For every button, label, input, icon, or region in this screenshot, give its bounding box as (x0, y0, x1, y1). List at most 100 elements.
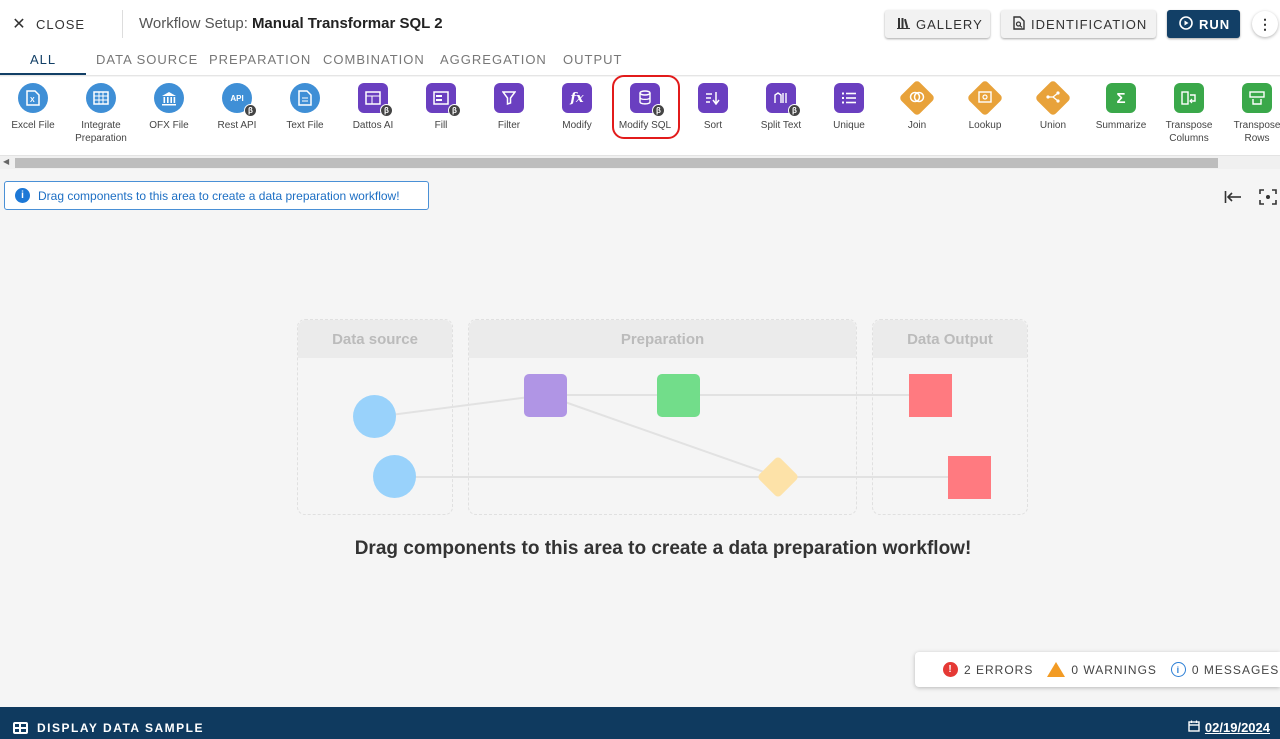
tool-label: Sort (703, 120, 723, 131)
tool-label: Split Text (760, 120, 802, 131)
tool-fill[interactable]: β Fill (407, 83, 475, 132)
close-button[interactable]: ✕ CLOSE (12, 12, 85, 36)
tool-label: Rest API (217, 120, 257, 131)
text-file-icon (290, 83, 320, 113)
messages-indicator[interactable]: i 0 MESSAGES (1170, 662, 1279, 677)
tab-aggregation[interactable]: AGGREGATION (440, 52, 547, 67)
page-title: Workflow Setup: Manual Transformar SQL 2 (139, 15, 443, 32)
warnings-label: 0 WARNINGS (1071, 662, 1157, 677)
fit-screen-icon[interactable] (1259, 189, 1277, 210)
tool-integrate-preparation[interactable]: Integrate Preparation (67, 83, 135, 145)
tool-excel-file[interactable]: X Excel File (0, 83, 67, 132)
close-label: CLOSE (36, 16, 86, 32)
excel-icon: X (18, 83, 48, 113)
diagram-output-node (948, 456, 991, 499)
fill-icon: β (426, 83, 461, 117)
warning-icon (1047, 662, 1066, 677)
tool-lookup[interactable]: Lookup (951, 79, 1019, 132)
tab-output[interactable]: OUTPUT (563, 52, 622, 67)
tool-unique[interactable]: Unique (815, 83, 883, 132)
table-icon (13, 722, 28, 734)
reference-date[interactable]: 02/19/2024 (1188, 720, 1270, 735)
tool-union[interactable]: Union (1019, 79, 1087, 132)
scroll-left-icon[interactable]: ◀ (3, 157, 9, 166)
tool-sort[interactable]: Sort (679, 83, 747, 132)
scrollbar-thumb[interactable] (15, 158, 1218, 168)
errors-indicator[interactable]: ! 2 ERRORS (943, 662, 1033, 677)
toolbar-scrollbar[interactable]: ◀ (0, 155, 1280, 169)
header: ✕ CLOSE Workflow Setup: Manual Transforma… (0, 0, 1280, 48)
tool-dattos-ai[interactable]: β Dattos AI (339, 83, 407, 132)
svg-text:X: X (30, 97, 35, 104)
validation-status-bar: ! 2 ERRORS 0 WARNINGS i 0 MESSAGES (915, 652, 1280, 687)
tab-preparation[interactable]: PREPARATION (209, 52, 311, 67)
title-prefix: Workflow Setup: (139, 15, 248, 32)
table-grid-icon (86, 83, 116, 113)
tool-summarize[interactable]: Σ Summarize (1087, 83, 1155, 132)
diagram-prep-node (657, 374, 700, 417)
lookup-icon (966, 79, 1004, 117)
collapse-left-icon[interactable] (1224, 189, 1242, 210)
workflow-name: Manual Transformar SQL 2 (251, 15, 443, 32)
beta-badge-icon: β (788, 104, 801, 117)
tab-data-source[interactable]: DATA SOURCE (96, 52, 198, 67)
diagram-source-node (373, 455, 416, 498)
tool-label: Summarize (1095, 120, 1147, 131)
tool-label: OFX File (149, 120, 189, 131)
footer-bar: DISPLAY DATA SAMPLE 02/19/2024 (0, 707, 1280, 739)
sort-icon (698, 83, 728, 113)
tool-rest-api[interactable]: API β Rest API (203, 83, 271, 132)
tool-label: Transpose Columns (1165, 120, 1213, 144)
tool-ofx-file[interactable]: OFX File (135, 83, 203, 132)
category-tabs: ALL DATA SOURCE PREPARATION COMBINATION … (0, 48, 1280, 76)
date-label: 02/19/2024 (1204, 720, 1270, 735)
transpose-columns-icon (1174, 83, 1204, 113)
beta-badge-icon: β (448, 104, 461, 117)
api-icon: API β (222, 83, 257, 117)
ai-table-icon: β (358, 83, 393, 117)
tool-modify[interactable]: fx Modify (543, 83, 611, 132)
error-icon: ! (943, 662, 958, 677)
modify-sql-highlight (612, 75, 680, 139)
info-outline-icon: i (1170, 662, 1186, 677)
tool-label: Transpose Rows (1233, 120, 1280, 144)
more-options-icon[interactable]: ⋮ (1252, 11, 1278, 37)
sigma-icon: Σ (1106, 83, 1136, 113)
warnings-indicator[interactable]: 0 WARNINGS (1047, 662, 1157, 677)
tool-label: Text File (286, 120, 324, 131)
list-icon (834, 83, 864, 113)
info-banner-text: Drag components to this area to create a… (38, 188, 400, 203)
identification-button[interactable]: IDENTIFICATION (1001, 10, 1156, 38)
tool-label: Join (907, 120, 927, 131)
diagram-source-node (353, 395, 396, 438)
header-divider (122, 10, 123, 38)
workflow-canvas[interactable]: i Drag components to this area to create… (0, 172, 1280, 707)
join-icon (898, 79, 936, 117)
tool-filter[interactable]: Filter (475, 83, 543, 132)
close-icon: ✕ (12, 16, 26, 33)
gallery-button[interactable]: GALLERY (885, 10, 990, 38)
tool-transpose-columns[interactable]: Transpose Columns (1155, 83, 1223, 145)
errors-label: 2 ERRORS (964, 662, 1034, 677)
display-data-sample-button[interactable]: DISPLAY DATA SAMPLE (13, 721, 204, 735)
document-search-icon (1013, 15, 1025, 33)
info-banner: i Drag components to this area to create… (4, 181, 429, 210)
tool-label: Integrate Preparation (75, 120, 127, 144)
gallery-icon (897, 16, 910, 32)
tab-combination[interactable]: COMBINATION (323, 52, 425, 67)
tool-transpose-rows[interactable]: Transpose Rows (1223, 83, 1280, 145)
diagram-prep-node (524, 374, 567, 417)
tool-label: Dattos AI (352, 120, 394, 131)
function-icon: fx (562, 83, 592, 113)
display-data-sample-label: DISPLAY DATA SAMPLE (37, 721, 204, 735)
tab-all[interactable]: ALL (30, 52, 56, 67)
empty-state-message: Drag components to this area to create a… (354, 538, 972, 559)
tool-text-file[interactable]: Text File (271, 83, 339, 132)
split-text-icon: β (766, 83, 801, 117)
tool-join[interactable]: Join (883, 79, 951, 132)
tool-split-text[interactable]: β Split Text (747, 83, 815, 132)
info-icon: i (15, 188, 30, 203)
run-button[interactable]: RUN (1167, 10, 1240, 38)
beta-badge-icon: β (380, 104, 393, 117)
tool-label: Fill (434, 120, 448, 131)
